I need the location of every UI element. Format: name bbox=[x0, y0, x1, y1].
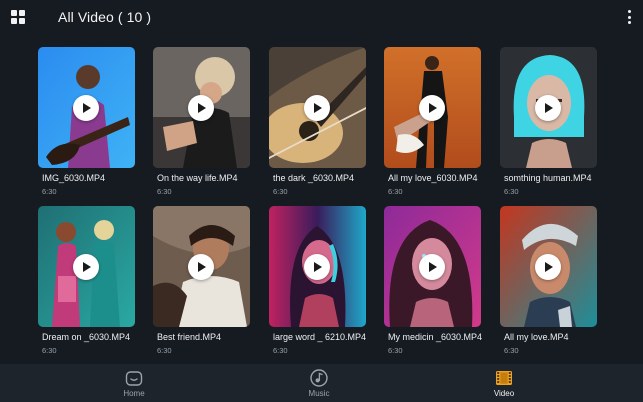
grid-menu-icon[interactable] bbox=[11, 9, 25, 24]
nav-music-label: Music bbox=[308, 389, 330, 398]
video-duration: 6:30 bbox=[42, 346, 57, 355]
video-thumbnail bbox=[500, 206, 597, 327]
video-title: My medicin _6030.MP4 bbox=[388, 332, 483, 342]
video-card[interactable]: All my love.MP4 6:30 bbox=[500, 206, 597, 356]
video-duration: 6:30 bbox=[157, 187, 172, 196]
video-thumbnail bbox=[384, 206, 481, 327]
film-icon bbox=[496, 371, 512, 385]
more-options-icon[interactable] bbox=[626, 10, 632, 24]
play-icon[interactable] bbox=[304, 95, 330, 121]
nav-home[interactable]: Home bbox=[104, 368, 164, 402]
video-duration: 6:30 bbox=[157, 346, 172, 355]
video-title: All my love_6030.MP4 bbox=[388, 173, 478, 183]
play-icon[interactable] bbox=[304, 254, 330, 280]
video-title: Dream on _6030.MP4 bbox=[42, 332, 131, 342]
video-duration: 6:30 bbox=[273, 187, 288, 196]
video-thumbnail bbox=[269, 206, 366, 327]
play-icon[interactable] bbox=[419, 254, 445, 280]
video-duration: 6:30 bbox=[273, 346, 288, 355]
video-title: On the way life.MP4 bbox=[157, 173, 238, 183]
video-thumbnail bbox=[38, 206, 135, 327]
video-thumbnail bbox=[269, 47, 366, 168]
nav-video[interactable]: Video bbox=[474, 368, 534, 402]
home-icon bbox=[125, 371, 143, 386]
play-icon[interactable] bbox=[419, 95, 445, 121]
video-title: Best friend.MP4 bbox=[157, 332, 222, 342]
video-title: large word _ 6210.MP4 bbox=[273, 332, 367, 342]
video-thumbnail bbox=[500, 47, 597, 168]
top-bar: All Video ( 10 ) bbox=[0, 0, 643, 33]
video-card[interactable]: large word _ 6210.MP4 6:30 bbox=[269, 206, 366, 356]
video-card[interactable]: the dark _6030.MP4 6:30 bbox=[269, 47, 366, 197]
play-icon[interactable] bbox=[188, 95, 214, 121]
play-icon[interactable] bbox=[73, 95, 99, 121]
video-card[interactable]: My medicin _6030.MP4 6:30 bbox=[384, 206, 483, 356]
video-duration: 6:30 bbox=[388, 346, 403, 355]
video-card[interactable]: Best friend.MP4 6:30 bbox=[153, 206, 250, 356]
nav-home-label: Home bbox=[123, 389, 145, 398]
video-card[interactable]: All my love_6030.MP4 6:30 bbox=[384, 47, 481, 197]
video-title: All my love.MP4 bbox=[504, 332, 569, 342]
page-title: All Video ( 10 ) bbox=[58, 8, 152, 25]
play-icon[interactable] bbox=[73, 254, 99, 280]
nav-music[interactable]: Music bbox=[289, 368, 349, 402]
video-duration: 6:30 bbox=[504, 346, 519, 355]
play-icon[interactable] bbox=[188, 254, 214, 280]
video-card[interactable]: On the way life.MP4 6:30 bbox=[153, 47, 250, 197]
music-note-icon bbox=[310, 369, 328, 387]
video-duration: 6:30 bbox=[504, 187, 519, 196]
play-icon[interactable] bbox=[535, 254, 561, 280]
play-icon[interactable] bbox=[535, 95, 561, 121]
bottom-navigation: Home Music Video bbox=[0, 364, 643, 402]
video-title: somthing human.MP4 bbox=[504, 173, 592, 183]
video-title: IMG_6030.MP4 bbox=[42, 173, 106, 183]
video-card[interactable]: somthing human.MP4 6:30 bbox=[500, 47, 597, 197]
video-grid: IMG_6030.MP4 6:30 On the way life.MP4 6:… bbox=[0, 33, 643, 364]
video-thumbnail bbox=[153, 206, 250, 327]
video-duration: 6:30 bbox=[42, 187, 57, 196]
video-thumbnail bbox=[153, 47, 250, 168]
video-title: the dark _6030.MP4 bbox=[273, 173, 355, 183]
nav-video-label: Video bbox=[493, 389, 515, 398]
video-thumbnail bbox=[38, 47, 135, 168]
video-card[interactable]: Dream on _6030.MP4 6:30 bbox=[38, 206, 135, 356]
video-thumbnail bbox=[384, 47, 481, 168]
video-duration: 6:30 bbox=[388, 187, 403, 196]
video-card[interactable]: IMG_6030.MP4 6:30 bbox=[38, 47, 135, 197]
